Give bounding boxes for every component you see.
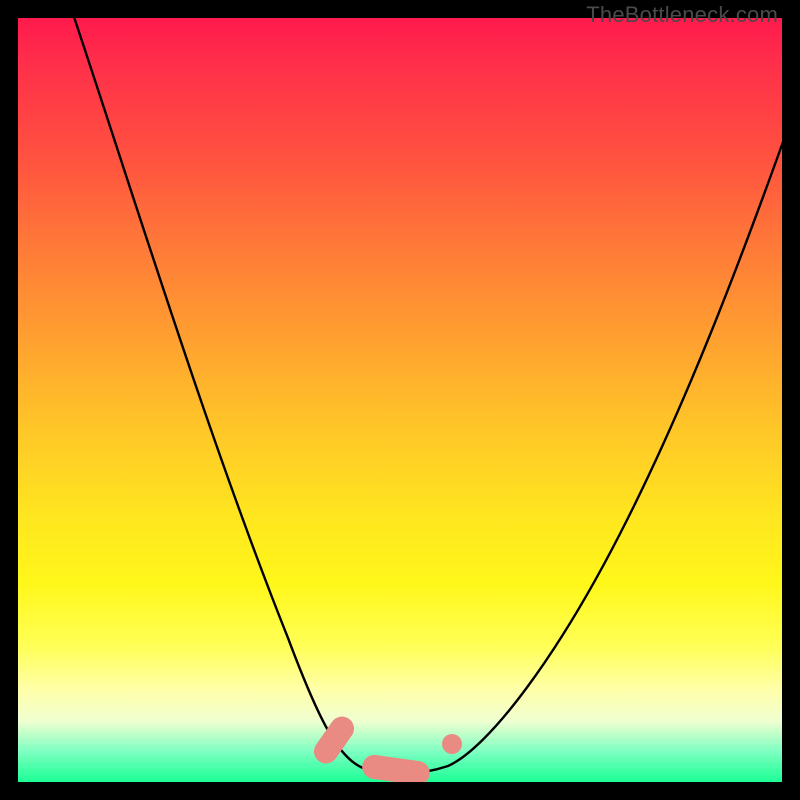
outer-frame: TheBottleneck.com <box>0 0 800 800</box>
right-dot-marker <box>442 734 462 754</box>
plot-area <box>18 18 782 782</box>
watermark-text: TheBottleneck.com <box>586 2 778 28</box>
curve-path <box>73 18 782 774</box>
bottleneck-curve <box>18 18 782 782</box>
bottom-pill-marker <box>361 753 432 782</box>
